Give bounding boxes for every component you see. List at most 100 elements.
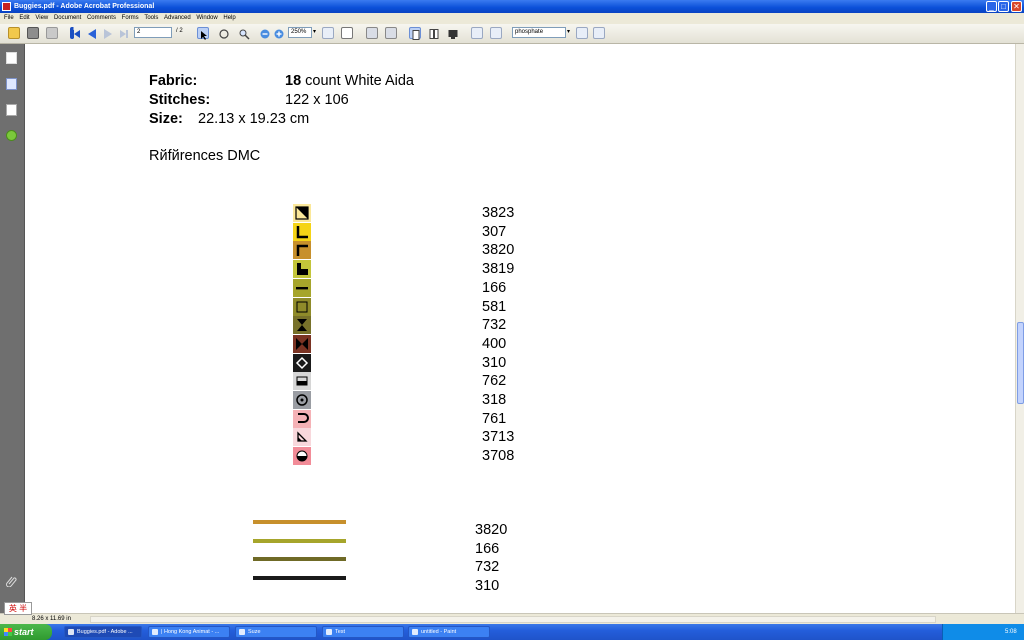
firefox-task-icon: [239, 629, 245, 635]
task-suze[interactable]: Suze: [235, 626, 317, 638]
next-page-icon[interactable]: [102, 27, 114, 39]
search-dropdown-icon[interactable]: ▾: [567, 28, 570, 35]
first-page-icon[interactable]: [70, 27, 82, 39]
print-icon[interactable]: [27, 27, 39, 39]
toolbar: 2 / 2 250% ▾ phosphate ▾: [0, 24, 1024, 44]
previous-page-icon[interactable]: [86, 27, 98, 39]
bowtie-icon: [293, 334, 311, 353]
backstitch-code-3820: 3820: [475, 522, 508, 538]
find-next-icon[interactable]: [576, 27, 588, 39]
menu-comments[interactable]: Comments: [87, 13, 116, 24]
title-bar: Buggies.pdf - Adobe Acrobat Professional…: [0, 0, 1024, 13]
navigation-pane: [0, 44, 25, 625]
search-input[interactable]: phosphate: [512, 27, 566, 38]
backstitch-line-3820: [253, 520, 346, 524]
bookmarks-panel-icon[interactable]: [6, 78, 17, 90]
zoom-out-icon[interactable]: [259, 27, 271, 39]
page-size-indicator: 8.26 x 11.69 in: [32, 616, 71, 622]
task-browser[interactable]: | Hong Kong Animat - ...: [148, 626, 230, 638]
rotate-clockwise-icon[interactable]: [490, 27, 502, 39]
open-folder-icon[interactable]: [8, 27, 20, 39]
u-curve-icon: [293, 409, 311, 428]
small-triangle-icon: [293, 428, 311, 447]
step-shape-icon: [293, 260, 311, 279]
task-acrobat[interactable]: Buggies.pdf - Adobe ...: [64, 626, 142, 638]
system-tray: 5:08: [942, 624, 1024, 640]
folder-task-icon: [326, 629, 332, 635]
signatures-panel-icon[interactable]: [6, 104, 17, 116]
dmc-code-3820: 3820: [482, 242, 515, 259]
vertical-scrollbar[interactable]: [1015, 44, 1024, 613]
document-page[interactable]: Fabric: 18 count White Aida Stitches: 12…: [25, 44, 1015, 613]
menu-view[interactable]: View: [35, 13, 48, 24]
dmc-code-310: 310: [482, 354, 507, 371]
last-page-icon[interactable]: [118, 27, 130, 39]
rotate-view-icon[interactable]: [471, 27, 483, 39]
dmc-code-762: 762: [482, 373, 507, 390]
corner-bracket-icon: [293, 241, 311, 260]
find-previous-icon[interactable]: [593, 27, 605, 39]
facing-pages-icon[interactable]: [447, 27, 459, 39]
zoom-in-icon[interactable]: [273, 27, 285, 39]
size-value: 22.13 x 19.23 cm: [198, 111, 310, 127]
half-circle-icon: [293, 447, 311, 466]
menu-advanced[interactable]: Advanced: [164, 13, 191, 24]
menu-edit[interactable]: Edit: [19, 13, 29, 24]
l-shape-icon: [293, 222, 311, 241]
page-total: / 2: [176, 28, 183, 34]
vertical-scroll-thumb[interactable]: [1017, 322, 1024, 404]
dmc-code-3708: 3708: [482, 448, 515, 465]
page-number-input[interactable]: 2: [134, 27, 172, 38]
pages-panel-icon[interactable]: [6, 52, 17, 64]
clock: 5:08: [1005, 629, 1017, 635]
menu-help[interactable]: Help: [223, 13, 235, 24]
menu-forms[interactable]: Forms: [122, 13, 139, 24]
menu-document[interactable]: Document: [54, 13, 81, 24]
dmc-code-307: 307: [482, 223, 507, 240]
hand-tool-icon[interactable]: [218, 27, 230, 39]
continuous-icon[interactable]: [428, 27, 440, 39]
dash-icon: [293, 278, 311, 297]
minimize-button[interactable]: _: [986, 1, 997, 12]
backstitch-code-310: 310: [475, 578, 500, 595]
full-screen-icon[interactable]: [385, 27, 397, 39]
zoom-dropdown-icon[interactable]: ▾: [313, 28, 316, 35]
actual-size-icon[interactable]: [322, 27, 334, 39]
triangle-corner-icon: [293, 204, 311, 222]
single-page-icon[interactable]: [409, 27, 421, 40]
acrobat-app-icon: [2, 2, 11, 11]
dmc-code-400: 400: [482, 335, 507, 352]
half-rectangle-icon: [293, 372, 311, 391]
acrobat-task-icon: [68, 629, 74, 635]
zoom-level-input[interactable]: 250%: [288, 27, 312, 38]
task-test[interactable]: Test: [322, 626, 404, 638]
email-icon[interactable]: [46, 27, 58, 39]
dmc-code-166: 166: [482, 279, 507, 296]
ime-language-indicator[interactable]: 英 半: [4, 602, 32, 615]
fabric-label: Fabric:: [149, 73, 198, 89]
stitches-value: 122 x 106: [285, 92, 349, 108]
start-button[interactable]: start: [0, 624, 52, 640]
backstitch-line-732: [253, 557, 346, 562]
help-panel-icon[interactable]: [6, 130, 17, 141]
close-button[interactable]: ✕: [1011, 1, 1022, 12]
fit-page-icon[interactable]: [341, 27, 353, 39]
backstitch-code-166: 166: [475, 540, 500, 557]
attachment-paperclip-icon[interactable]: [6, 574, 17, 588]
menu-file[interactable]: File: [4, 13, 14, 24]
size-label: Size:: [149, 111, 183, 127]
fit-width-icon[interactable]: [366, 27, 378, 39]
maximize-button[interactable]: □: [998, 1, 1009, 12]
task-paint[interactable]: untitled - Paint: [408, 626, 490, 638]
menu-window[interactable]: Window: [196, 13, 217, 24]
dmc-code-318: 318: [482, 392, 507, 408]
dmc-code-581: 581: [482, 298, 507, 315]
zoom-tool-icon[interactable]: [238, 27, 250, 40]
dmc-code-3819: 3819: [482, 261, 515, 278]
paint-task-icon: [412, 629, 418, 635]
square-outline-icon: [293, 297, 311, 316]
horizontal-scrollbar[interactable]: [90, 616, 936, 623]
browser-task-icon: [152, 629, 158, 635]
select-tool-icon[interactable]: [197, 27, 209, 40]
menu-tools[interactable]: Tools: [144, 13, 158, 24]
